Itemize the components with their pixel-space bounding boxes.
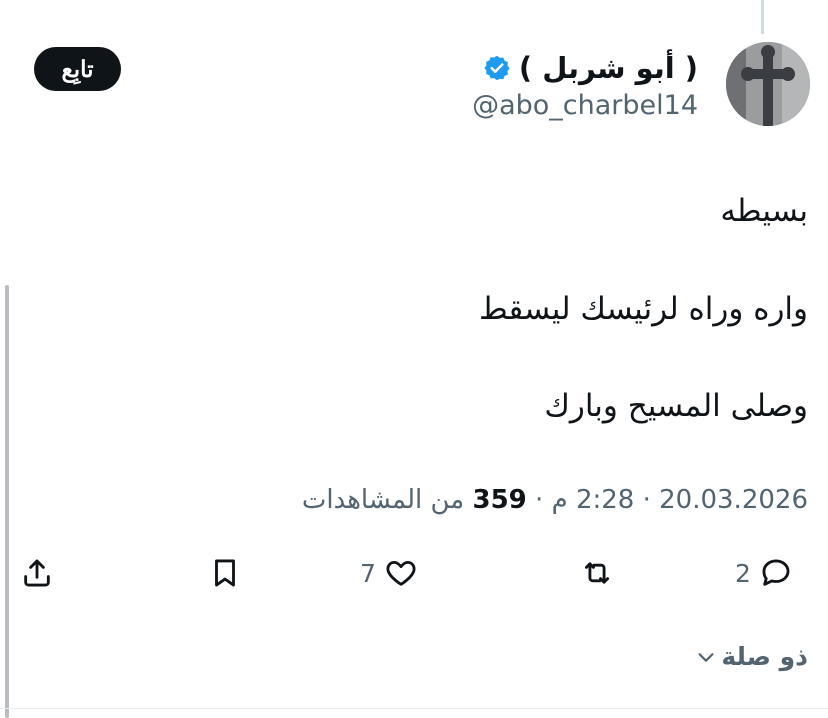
divider <box>0 708 828 709</box>
author-handle[interactable]: @abo_charbel14 <box>472 90 698 121</box>
related-section-toggle[interactable]: ذو صلة <box>695 642 808 671</box>
like-count: 7 <box>360 558 376 588</box>
verified-badge-icon <box>484 55 510 81</box>
thread-connector-line <box>761 0 764 34</box>
meta-separator: · <box>535 485 544 515</box>
reply-button[interactable]: 2 <box>735 556 793 590</box>
tweet-meta: 20.03.2026 · 2:28 م · 359 من المشاهدات <box>302 485 808 515</box>
meta-separator: · <box>642 485 651 515</box>
bookmark-icon <box>215 559 235 587</box>
cross-avatar-icon <box>726 42 810 126</box>
author-display-name[interactable]: ( أبو شربل ) <box>519 51 698 85</box>
follow-button[interactable]: تابِع <box>34 47 121 91</box>
scrollbar[interactable] <box>5 285 9 718</box>
tweet-text-line-1: بسيطه <box>720 193 808 229</box>
reply-icon <box>762 559 790 586</box>
tweet-date[interactable]: 20.03.2026 <box>659 485 808 515</box>
related-label: ذو صلة <box>721 642 808 671</box>
author-name-row[interactable]: ( أبو شربل ) <box>483 48 698 88</box>
retweet-icon <box>584 562 610 584</box>
reply-count: 2 <box>735 558 751 588</box>
views-label: من المشاهدات <box>301 485 465 515</box>
heart-icon <box>386 560 416 586</box>
author-avatar[interactable] <box>726 42 810 126</box>
share-button[interactable] <box>20 556 54 590</box>
like-button[interactable]: 7 <box>360 556 418 590</box>
views-count: 359 <box>472 485 527 515</box>
share-icon <box>24 559 50 587</box>
bookmark-button[interactable] <box>208 556 242 590</box>
tweet-text-line-3: وصلى المسيح وبارك <box>544 388 808 424</box>
tweet-time[interactable]: 2:28 م <box>552 485 635 515</box>
chevron-down-icon <box>698 652 714 662</box>
retweet-button[interactable] <box>580 556 622 590</box>
tweet-text-line-2: واره وراه لرئيسك ليسقط <box>478 291 808 327</box>
